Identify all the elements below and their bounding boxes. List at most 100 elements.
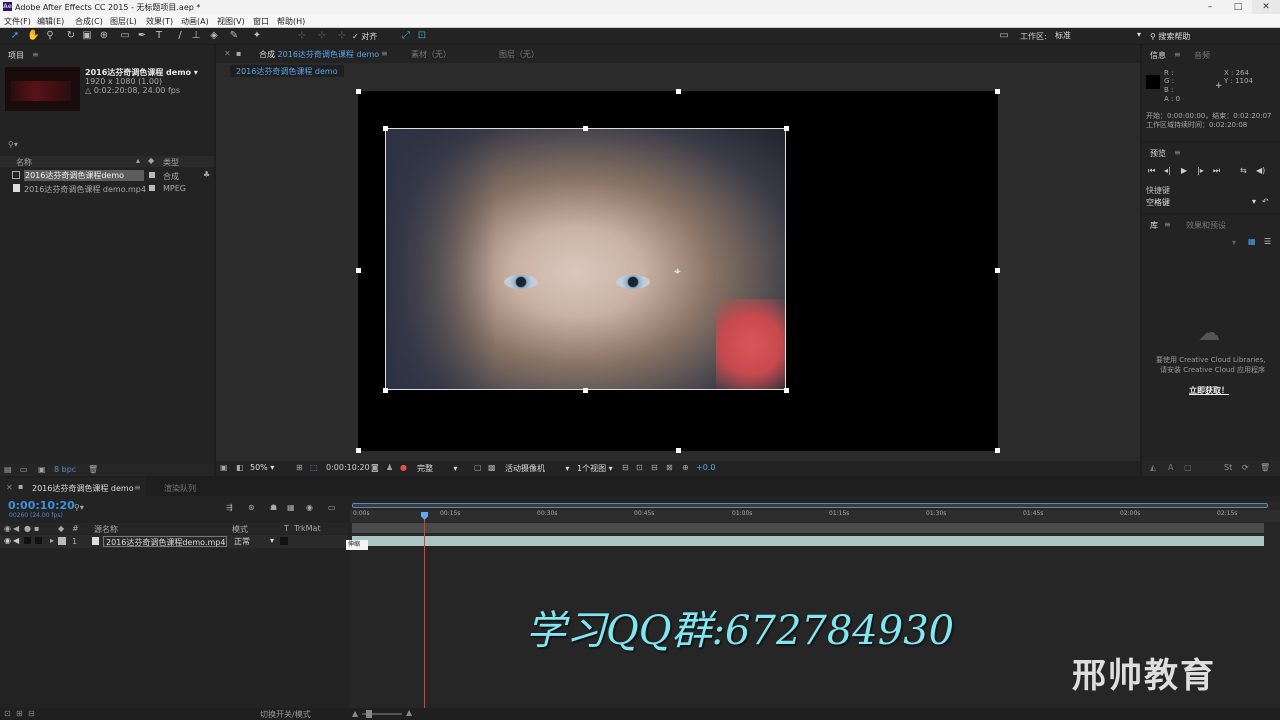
sync-icon[interactable]: ⟳ [1242,463,1249,472]
region-of-interest-icon[interactable]: ▢ [474,463,482,472]
fast-previews-icon[interactable]: ⊡ [636,463,643,472]
speaker-icon[interactable]: ◀ [13,536,19,545]
flowchart-icon[interactable]: ⊠ [666,463,673,472]
col-trkmat[interactable]: TrkMat [294,524,321,533]
add-text-icon[interactable]: A [1168,463,1173,472]
layer-handle[interactable] [583,388,588,393]
mute-icon[interactable]: ◀) [1256,166,1265,175]
snapshot-icon[interactable]: ◙ [371,463,379,472]
menu-effect[interactable]: 效果(T) [146,16,173,27]
menu-window[interactable]: 窗口 [253,16,269,27]
next-frame-icon[interactable]: |▸ [1197,166,1204,175]
menu-edit[interactable]: 编辑(E) [37,16,64,27]
video-switch-icon[interactable]: ◉ [4,524,11,533]
play-icon[interactable]: ▶ [1181,166,1187,175]
magnification-icon[interactable]: ◧ [236,463,244,472]
preserve-transparency-toggle[interactable] [280,537,288,545]
menu-animation[interactable]: 动画(A) [181,16,209,27]
close-icon[interactable]: ✕ [224,49,231,58]
panel-menu-icon[interactable]: ≡ [1164,220,1171,229]
list-item[interactable]: 2016达芬奇调色课程demo 合成 ♣ [0,170,214,181]
comp-canvas[interactable]: ⌖ [356,89,1000,453]
solo-icon[interactable]: ● [24,524,31,533]
pan-behind-tool-icon[interactable]: ⊕ [98,30,110,42]
menu-file[interactable]: 文件(F) [4,16,31,27]
selection-tool-icon[interactable]: ➚ [9,30,21,42]
toggle-pixel-icon[interactable]: ⊟ [622,463,629,472]
draft-3d-icon[interactable]: ⊛ [248,503,255,512]
panel-menu-icon[interactable]: ≡ [381,49,388,58]
time-ruler[interactable]: 0:00s 00:15s 00:30s 00:45s 01:00s 01:15s… [350,510,1280,522]
layer-handle[interactable] [383,126,388,131]
zoom-dropdown[interactable]: 50% ▾ [250,463,274,472]
graph-editor-icon[interactable]: ▭ [328,503,336,512]
col-name[interactable]: 名称 [16,157,32,168]
transparency-grid-icon[interactable]: ▩ [488,463,496,472]
stock-icon[interactable]: St [1224,463,1232,472]
list-view-icon[interactable]: ☰ [1264,237,1271,246]
camera-dropdown[interactable]: 活动摄像机 ▾ [505,463,569,474]
snap-features-icon[interactable]: ⊡ [416,30,428,42]
reset-icon[interactable]: ↶ [1262,197,1269,206]
time-navigator[interactable] [352,503,1268,508]
tab-footage[interactable]: 素材（无） [411,49,451,60]
layer-handle[interactable] [784,388,789,393]
layer-name[interactable]: 2016达芬奇调色课程demo.mp4 [103,536,227,547]
solo-toggle[interactable] [24,537,31,544]
maximize-button[interactable]: □ [1224,0,1252,14]
tab-libraries[interactable]: 库 [1150,220,1158,231]
flowchart-icon[interactable]: ♣ [203,170,210,179]
in-out-icon[interactable]: ⊟ [28,709,35,718]
panel-menu-icon[interactable]: ≡ [32,50,39,59]
eye-icon[interactable]: ◉ [4,536,11,545]
zoom-out-icon[interactable]: ▲ [352,709,358,718]
snapping-checkbox[interactable]: ✓ 对齐 [352,31,377,42]
snap-edges-icon[interactable]: ⤢ [400,30,412,42]
tab-composition[interactable]: 合成 2016达芬奇调色课程 demo [259,49,379,60]
workspace-dropdown[interactable]: 标准 ▾ [1055,30,1143,42]
puppet-tool-icon[interactable]: ✦ [251,30,263,42]
footage-layer[interactable]: ⌖ [385,128,786,390]
zoom-in-icon[interactable]: ▲ [406,708,412,717]
layer-handle[interactable] [784,126,789,131]
eraser-tool-icon[interactable]: ◈ [208,30,220,42]
minimize-button[interactable]: – [1196,0,1224,14]
transfer-controls-icon[interactable]: ⊞ [16,709,23,718]
lock-icon[interactable]: ▪ [18,482,23,491]
vr-icon[interactable]: ▭ [998,30,1010,42]
menu-help[interactable]: 帮助(H) [277,16,305,27]
project-tab[interactable]: 项目 [8,50,24,61]
views-dropdown[interactable]: 1个视图 ▾ [577,463,613,474]
col-mode[interactable]: 模式 [232,524,248,535]
camera-tool-icon[interactable]: ▣ [81,30,93,42]
blend-mode-dropdown[interactable]: 正常 ▾ [234,536,274,547]
menu-composition[interactable]: 合成(C) [75,16,103,27]
local-axis-icon[interactable]: ⊹ [296,30,308,42]
roto-brush-tool-icon[interactable]: ✎ [228,30,240,42]
label-tag-icon[interactable]: ◆ [58,524,64,533]
tab-preview[interactable]: 预览 [1150,148,1166,159]
mask-visibility-icon[interactable]: ⬚ [310,463,318,472]
panel-menu-icon[interactable]: ≡ [134,483,141,492]
lock-icon[interactable]: ▪ [34,524,39,533]
list-item[interactable]: 2016达芬奇调色课程 demo.mp4 MPEG [0,183,214,194]
hand-tool-icon[interactable]: ✋ [27,30,39,42]
shy-icon[interactable]: ☗ [270,503,277,512]
motion-blur-icon[interactable]: ◉ [306,503,313,512]
panel-menu-icon[interactable]: ≡ [1174,148,1181,157]
panel-menu-icon[interactable]: ≡ [1174,50,1181,59]
col-type[interactable]: 类型 [163,157,179,168]
search-icon[interactable]: ⚲▾ [8,140,18,149]
trash-icon[interactable]: 🗑 [88,465,98,474]
tab-audio[interactable]: 音频 [1194,50,1210,61]
toggle-switches-modes[interactable]: 切换开关/模式 [260,709,311,720]
zoom-slider-thumb[interactable] [366,710,372,718]
col-t[interactable]: T [284,524,289,533]
add-color-icon[interactable]: ▢ [1184,463,1192,472]
timeline-icon[interactable]: ⊟ [651,463,658,472]
rectangle-tool-icon[interactable]: ▭ [119,30,131,42]
trash-icon[interactable]: 🗑 [1260,463,1270,472]
tab-timeline-comp[interactable]: ✕ ▪ 2016达芬奇调色课程 demo ≡ [0,478,146,496]
layer-handle[interactable] [583,126,588,131]
grid-view-icon[interactable]: ▦ [1248,237,1256,246]
